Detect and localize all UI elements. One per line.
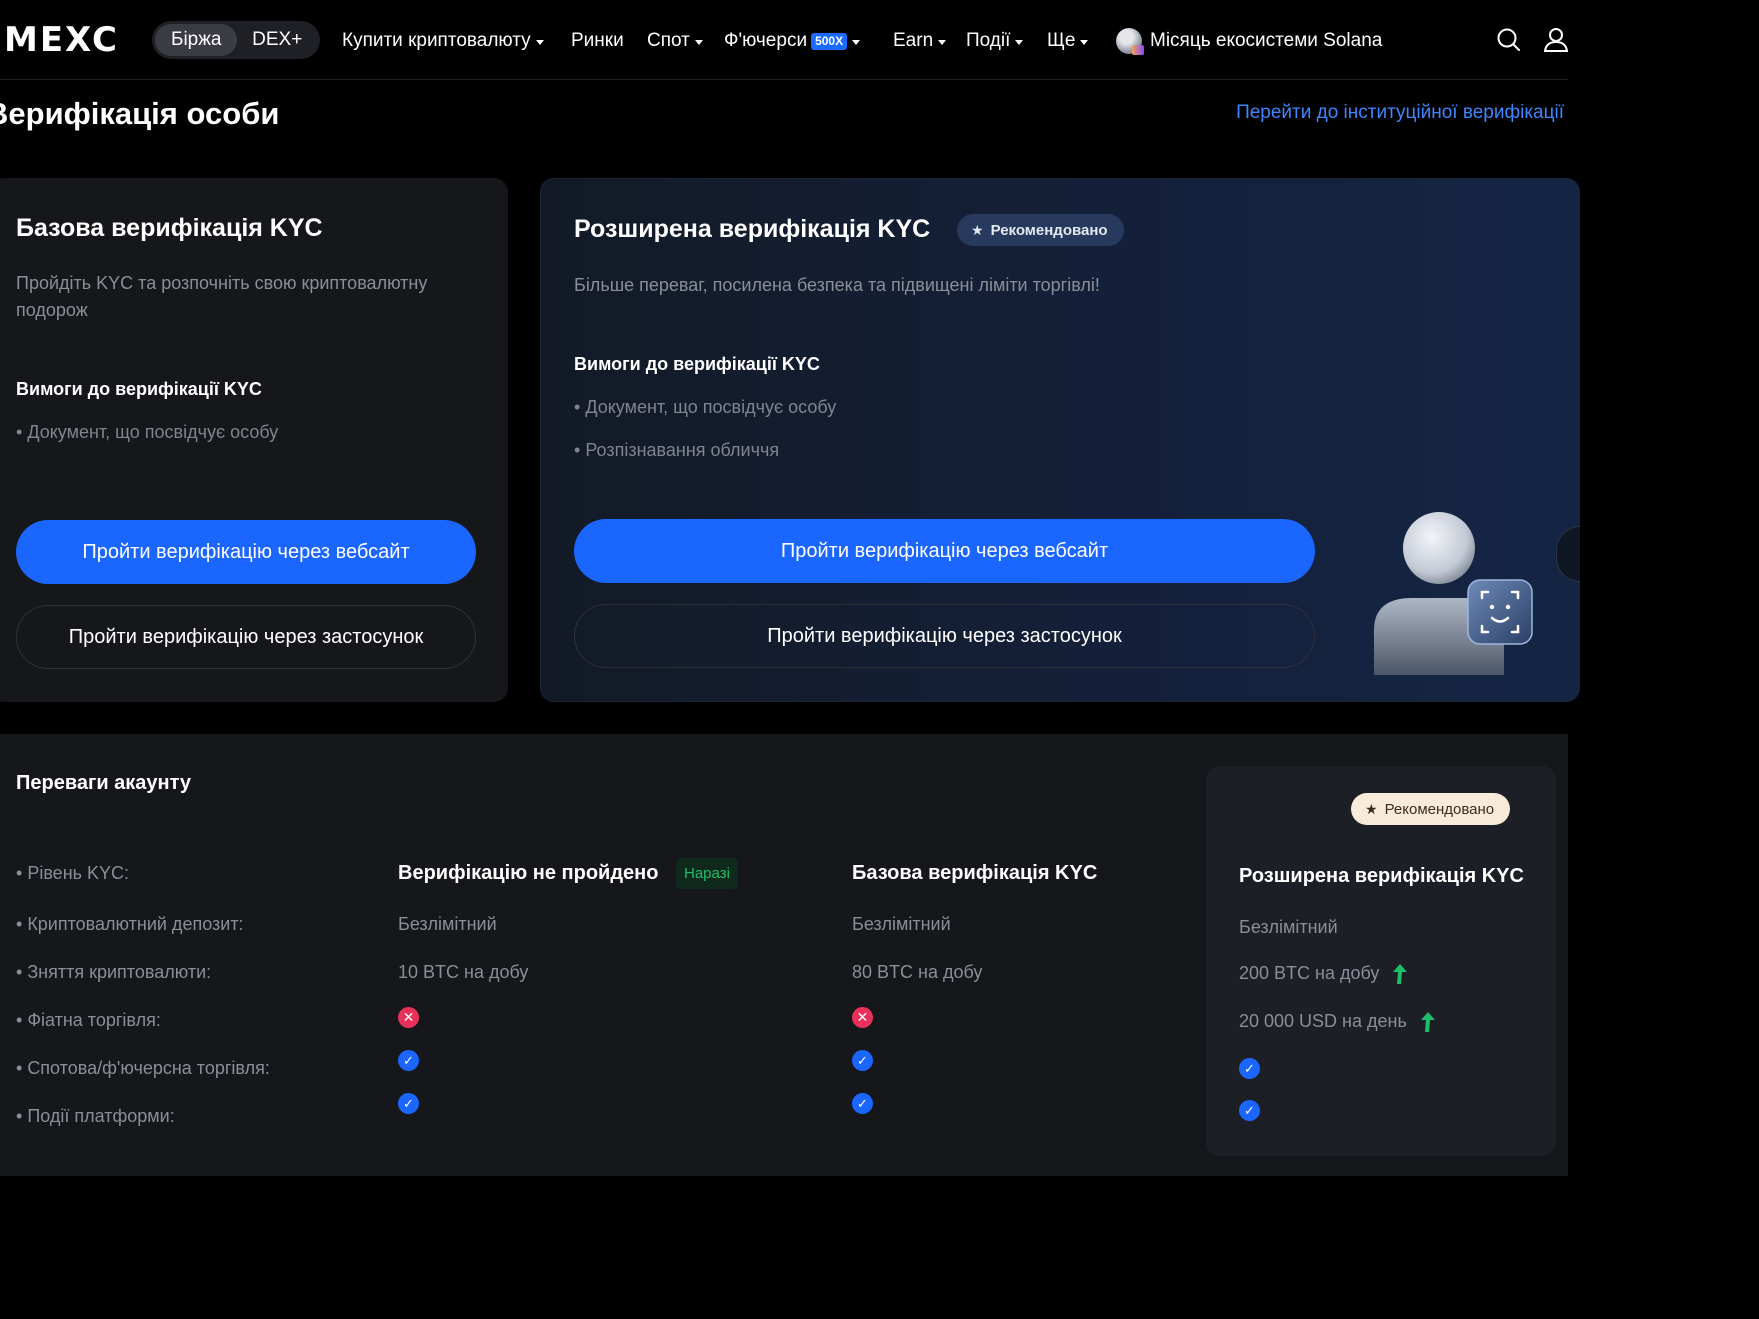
- check-icon: ✓: [398, 1093, 419, 1114]
- basic-withdraw-value: 80 BTC на добу: [852, 962, 983, 982]
- nav-item-events[interactable]: Події: [966, 26, 1024, 56]
- nav-item-more[interactable]: Ще: [1047, 26, 1089, 56]
- increase-arrow-icon: [1393, 964, 1408, 985]
- basic-requirement-item: • Документ, що посвідчує особу: [16, 422, 279, 442]
- nav-item-earn[interactable]: Earn: [893, 26, 947, 56]
- nav-item-futures[interactable]: Ф'ючерси 500X: [724, 26, 861, 56]
- check-icon: ✓: [1239, 1058, 1260, 1079]
- advanced-kyc-title: Розширена верифікація KYC: [574, 215, 931, 243]
- check-icon: ✓: [1239, 1100, 1260, 1121]
- star-icon: ★: [971, 221, 984, 238]
- leverage-badge: 500X: [811, 32, 848, 50]
- nav-item-markets[interactable]: Ринки: [571, 26, 624, 56]
- advanced-fiat-value: 20 000 USD на день: [1239, 1011, 1436, 1033]
- basic-kyc-title: Базова верифікація KYC: [16, 214, 323, 242]
- mode-option-exchange[interactable]: Біржа: [155, 24, 238, 56]
- search-icon[interactable]: [1495, 26, 1523, 54]
- solana-icon: [1116, 28, 1144, 55]
- basic-verify-web-button[interactable]: Пройти верифікацію через вебсайт: [16, 520, 476, 584]
- page-title: Верифікація особи: [0, 96, 280, 131]
- nav-item-buy-crypto[interactable]: Купити криптовалюту: [342, 26, 544, 56]
- nav-item-label: Події: [966, 30, 1011, 51]
- check-icon: ✓: [852, 1093, 873, 1114]
- recommended-badge: ★ Рекомендовано: [957, 214, 1124, 246]
- chevron-down-icon: [852, 39, 861, 45]
- advanced-level-heading: Розширена верифікація KYC: [1239, 865, 1524, 887]
- exchange-mode-switch[interactable]: Біржа DEX+: [152, 21, 320, 59]
- user-icon[interactable]: [1543, 26, 1571, 54]
- promo-label: Місяць екосистеми Solana: [1150, 30, 1383, 51]
- chevron-down-icon: [694, 39, 703, 45]
- advanced-requirement-item: • Розпізнавання обличчя: [574, 440, 780, 460]
- current-withdraw-value: 10 BTC на добу: [398, 962, 529, 982]
- increase-arrow-icon: [1420, 1012, 1435, 1033]
- current-level-heading: Верифікацію не пройдено: [398, 862, 659, 884]
- benefit-row-label: • Спотова/ф'ючерсна торгівля:: [16, 1058, 270, 1078]
- nav-item-label: Спот: [647, 30, 690, 51]
- advanced-verify-web-button[interactable]: Пройти верифікацію через вебсайт: [574, 519, 1315, 583]
- advanced-withdraw-value: 200 BTC на добу: [1239, 963, 1408, 985]
- nav-promo-solana[interactable]: Місяць екосистеми Solana: [1116, 26, 1382, 56]
- check-icon: ✓: [398, 1050, 419, 1071]
- face-recognition-illustration: [1372, 510, 1542, 680]
- star-icon: ★: [1365, 800, 1378, 817]
- benefit-row-label: • Рівень KYC:: [16, 863, 130, 883]
- advanced-kyc-description: Більше переваг, посилена безпека та підв…: [574, 275, 1100, 295]
- chevron-down-icon: [1080, 39, 1089, 45]
- nav-item-label: Ще: [1047, 30, 1076, 51]
- recommended-badge-label: Рекомендовано: [1384, 800, 1495, 818]
- chevron-down-icon: [535, 39, 544, 45]
- cross-icon: ✕: [398, 1007, 419, 1028]
- check-icon: ✓: [852, 1050, 873, 1071]
- mode-option-dex[interactable]: DEX+: [237, 24, 317, 56]
- basic-requirements-title: Вимоги до верифікації KYC: [16, 379, 262, 399]
- benefits-title: Переваги акаунту: [16, 772, 192, 794]
- benefit-row-label: • Криптовалютний депозит:: [16, 914, 244, 934]
- nav-item-spot[interactable]: Спот: [647, 26, 703, 56]
- nav-item-label: Ф'ючерси: [724, 30, 808, 51]
- advanced-requirements-title: Вимоги до верифікації KYC: [574, 354, 820, 374]
- chevron-down-icon: [1015, 39, 1024, 45]
- institutional-verification-link[interactable]: Перейти до інституційної верифікації: [1236, 102, 1564, 124]
- top-navigation-bar: MEXC Біржа DEX+ Купити криптовалюту Ринк…: [0, 0, 1571, 80]
- chevron-down-icon: [938, 39, 947, 45]
- benefit-row-label: • Фіатна торгівля:: [16, 1010, 161, 1030]
- advanced-verify-app-button[interactable]: Пройти верифікацію через застосунок: [574, 604, 1315, 668]
- nav-item-label: Ринки: [571, 30, 624, 51]
- basic-kyc-description: Пройдіть KYC та розпочніть свою криптова…: [16, 273, 428, 320]
- benefit-row-label: • Події платформи:: [16, 1106, 175, 1126]
- current-status-badge: Наразі: [676, 858, 738, 889]
- basic-verify-app-button[interactable]: Пройти верифікацію через застосунок: [16, 605, 476, 669]
- recommended-badge-label: Рекомендовано: [990, 221, 1108, 239]
- cross-icon: ✕: [852, 1007, 873, 1028]
- nav-item-label: Earn: [893, 30, 934, 51]
- benefit-row-label: • Зняття криптовалюти:: [16, 962, 212, 982]
- advanced-requirement-item: • Документ, що посвідчує особу: [574, 397, 837, 417]
- nav-item-label: Купити криптовалюту: [342, 30, 531, 51]
- basic-level-heading: Базова верифікація KYC: [852, 862, 1098, 884]
- current-deposit-value: Безлімітний: [398, 914, 497, 934]
- advanced-deposit-value: Безлімітний: [1239, 917, 1338, 937]
- mexc-logo[interactable]: MEXC: [4, 20, 119, 60]
- recommended-badge: ★ Рекомендовано: [1351, 793, 1511, 825]
- basic-deposit-value: Безлімітний: [852, 914, 951, 934]
